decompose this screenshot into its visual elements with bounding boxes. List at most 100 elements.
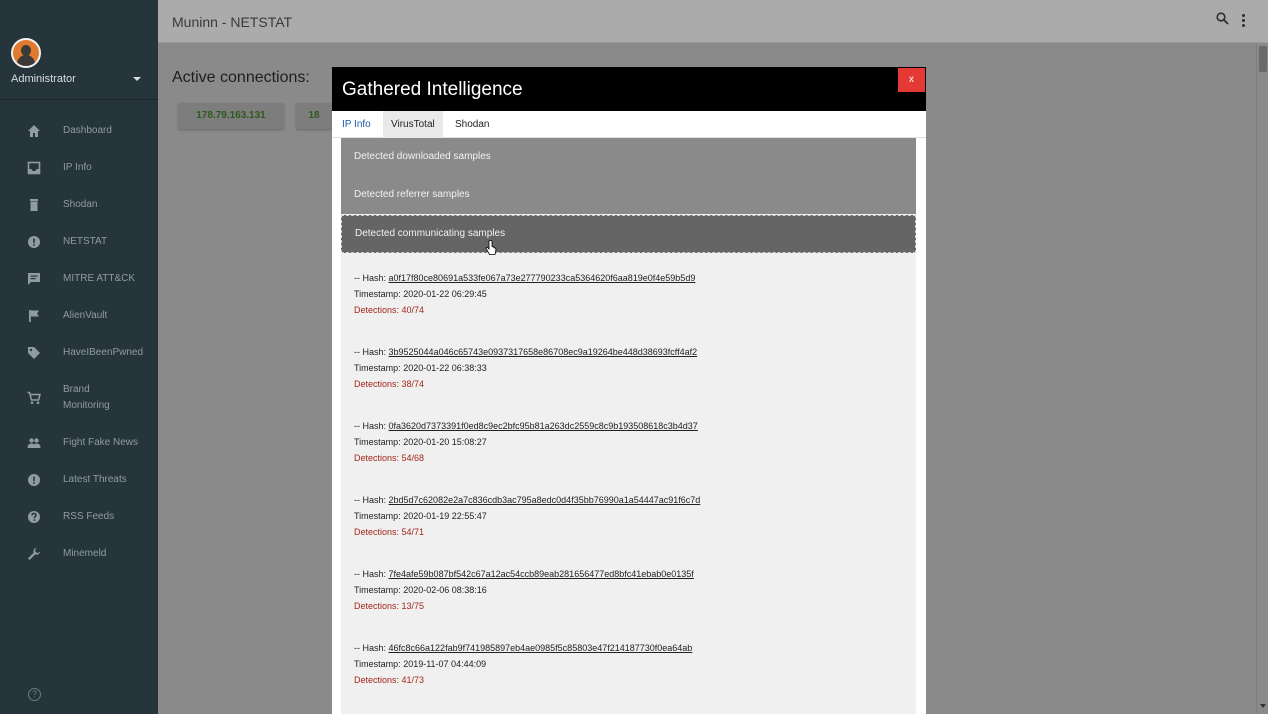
sidebar-item-ip-info[interactable]: IP Info bbox=[0, 149, 158, 186]
detections-label: Detections: bbox=[354, 305, 402, 315]
sidebar-item-label: RSS Feeds bbox=[63, 510, 115, 522]
help-circle-icon bbox=[27, 510, 41, 524]
help-icon[interactable]: ? bbox=[28, 688, 41, 701]
sidebar-item-label: Fight Fake News bbox=[63, 436, 139, 448]
sidebar-item-minemeld[interactable]: Minemeld bbox=[0, 535, 158, 572]
hash-link[interactable]: 0fa3620d7373391f0ed8c9ec2bfc95b81a263dc2… bbox=[389, 421, 698, 431]
tab-shodan[interactable]: Shodan bbox=[447, 111, 497, 138]
hash-line: -- Hash: 7fe4afe59b087bf542c67a12ac54ccb… bbox=[354, 566, 694, 582]
timestamp-line: Timestamp: 2020-01-22 06:38:33 bbox=[354, 360, 697, 376]
sidebar-item-haveibeenpwned[interactable]: HaveIBeenPwned bbox=[0, 334, 158, 371]
flag-icon bbox=[27, 309, 41, 323]
scrollbar-thumb[interactable] bbox=[1259, 46, 1267, 72]
detections-value: 13/75 bbox=[401, 601, 425, 611]
sidebar-nav: Dashboard IP Info Shodan NETSTAT MITRE A… bbox=[0, 112, 158, 572]
scroll-down-icon[interactable] bbox=[1260, 704, 1266, 708]
timestamp-line: Timestamp: 2019-11-07 04:44:09 bbox=[354, 656, 692, 672]
ip-button[interactable]: 18 bbox=[296, 103, 332, 129]
detections-label: Detections: bbox=[354, 453, 402, 463]
hash-link[interactable]: a0f17f80ce80691a533fe067a73e277790233ca5… bbox=[389, 273, 696, 283]
detections-label: Detections: bbox=[354, 379, 402, 389]
sidebar: Administrator Dashboard IP Info Shodan N… bbox=[0, 0, 158, 714]
active-connections-heading: Active connections: bbox=[172, 69, 310, 86]
sidebar-item-rss-feeds[interactable]: RSS Feeds bbox=[0, 498, 158, 535]
sample-entry: -- Hash: 7fe4afe59b087bf542c67a12ac54ccb… bbox=[354, 566, 694, 614]
accordion-referrer-samples[interactable]: Detected referrer samples bbox=[341, 176, 916, 214]
detections-label: Detections: bbox=[354, 675, 402, 685]
sidebar-item-label: Shodan bbox=[63, 198, 98, 210]
hash-link[interactable]: 7fe4afe59b087bf542c67a12ac54ccb89eab2816… bbox=[389, 569, 694, 579]
detections-line: Detections: 13/75 bbox=[354, 598, 694, 614]
sidebar-item-fight-fake-news[interactable]: Fight Fake News bbox=[0, 424, 158, 461]
wrench-icon bbox=[27, 547, 41, 561]
modal-header: Gathered Intelligence x bbox=[332, 67, 926, 111]
sample-entry: -- Hash: a0f17f80ce80691a533fe067a73e277… bbox=[354, 270, 695, 318]
hash-label: -- Hash: bbox=[354, 495, 389, 505]
page-scrollbar[interactable] bbox=[1256, 44, 1268, 714]
detections-value: 54/71 bbox=[401, 527, 425, 537]
sample-entry: -- Hash: 2bd5d7c62082e2a7c836cdb3ac795a8… bbox=[354, 492, 700, 540]
timestamp-value: 2020-01-22 06:29:45 bbox=[403, 289, 487, 299]
sample-entry: -- Hash: 46fc8c66a122fab9f741985897eb4ae… bbox=[354, 640, 692, 688]
sidebar-item-latest-threats[interactable]: Latest Threats bbox=[0, 461, 158, 498]
sidebar-item-mitre[interactable]: MITRE ATT&CK bbox=[0, 260, 158, 297]
chat-icon bbox=[27, 272, 41, 286]
hash-line: -- Hash: 2bd5d7c62082e2a7c836cdb3ac795a8… bbox=[354, 492, 700, 508]
detections-line: Detections: 54/71 bbox=[354, 524, 700, 540]
detections-value: 54/68 bbox=[401, 453, 425, 463]
timestamp-label: Timestamp: bbox=[354, 585, 404, 595]
sidebar-item-netstat[interactable]: NETSTAT bbox=[0, 223, 158, 260]
sidebar-item-label: NETSTAT bbox=[63, 235, 108, 247]
sidebar-item-label-line1: Brand bbox=[63, 383, 90, 395]
cart-icon bbox=[27, 391, 41, 405]
close-button[interactable]: x bbox=[898, 68, 925, 92]
sidebar-item-label: IP Info bbox=[63, 161, 92, 173]
hash-line: -- Hash: 46fc8c66a122fab9f741985897eb4ae… bbox=[354, 640, 692, 656]
more-options-icon[interactable] bbox=[1242, 14, 1246, 29]
intelligence-modal: Gathered Intelligence x IP Info VirusTot… bbox=[332, 67, 926, 714]
sidebar-item-dashboard[interactable]: Dashboard bbox=[0, 112, 158, 149]
hash-link[interactable]: 46fc8c66a122fab9f741985897eb4ae0985f5c85… bbox=[389, 643, 693, 653]
timestamp-label: Timestamp: bbox=[354, 289, 404, 299]
user-panel: Administrator bbox=[0, 0, 158, 100]
sidebar-item-label: Dashboard bbox=[63, 124, 112, 136]
search-icon[interactable] bbox=[1216, 12, 1229, 30]
hash-link[interactable]: 2bd5d7c62082e2a7c836cdb3ac795a8edc0d4f35… bbox=[389, 495, 701, 505]
hash-line: -- Hash: 0fa3620d7373391f0ed8c9ec2bfc95b… bbox=[354, 418, 698, 434]
tab-ip-info[interactable]: IP Info bbox=[334, 111, 379, 138]
timestamp-value: 2020-01-22 06:38:33 bbox=[403, 363, 487, 373]
hash-label: -- Hash: bbox=[354, 273, 389, 283]
hash-link[interactable]: 3b9525044a046c65743e0937317658e86708ec9a… bbox=[389, 347, 698, 357]
ip-button[interactable]: 178.79.163.131 bbox=[178, 103, 284, 129]
timestamp-value: 2020-01-19 22:55:47 bbox=[403, 511, 487, 521]
timestamp-value: 2019-11-07 04:44:09 bbox=[403, 659, 487, 669]
sidebar-item-label: Minemeld bbox=[63, 547, 107, 559]
username[interactable]: Administrator bbox=[11, 73, 76, 85]
detections-line: Detections: 41/73 bbox=[354, 672, 692, 688]
avatar[interactable] bbox=[11, 38, 41, 68]
timestamp-label: Timestamp: bbox=[354, 659, 404, 669]
timestamp-label: Timestamp: bbox=[354, 437, 404, 447]
hash-line: -- Hash: 3b9525044a046c65743e0937317658e… bbox=[354, 344, 697, 360]
timestamp-value: 2020-02-06 08:38:16 bbox=[403, 585, 487, 595]
accordion-downloaded-samples[interactable]: Detected downloaded samples bbox=[341, 138, 916, 176]
caret-down-icon[interactable] bbox=[133, 77, 141, 81]
sidebar-item-label: AlienVault bbox=[63, 309, 108, 321]
hash-line: -- Hash: a0f17f80ce80691a533fe067a73e277… bbox=[354, 270, 695, 286]
sidebar-item-alienvault[interactable]: AlienVault bbox=[0, 297, 158, 334]
hash-label: -- Hash: bbox=[354, 569, 389, 579]
timestamp-label: Timestamp: bbox=[354, 511, 404, 521]
sidebar-item-label: MITRE ATT&CK bbox=[63, 272, 136, 284]
timestamp-line: Timestamp: 2020-01-19 22:55:47 bbox=[354, 508, 700, 524]
sidebar-item-label: Brand Monitoring bbox=[63, 382, 110, 414]
home-icon bbox=[27, 124, 41, 138]
sample-entry: -- Hash: 0fa3620d7373391f0ed8c9ec2bfc95b… bbox=[354, 418, 698, 466]
timestamp-label: Timestamp: bbox=[354, 363, 404, 373]
sidebar-item-label: HaveIBeenPwned bbox=[63, 346, 144, 358]
accordion-communicating-samples[interactable]: Detected communicating samples bbox=[341, 215, 916, 253]
page-title: Muninn - NETSTAT bbox=[172, 14, 293, 30]
tab-virustotal[interactable]: VirusTotal bbox=[383, 111, 443, 138]
sidebar-item-shodan[interactable]: Shodan bbox=[0, 186, 158, 223]
modal-tabs: IP Info VirusTotal Shodan bbox=[332, 111, 926, 138]
sidebar-item-brand-monitoring[interactable]: Brand Monitoring bbox=[0, 371, 158, 424]
